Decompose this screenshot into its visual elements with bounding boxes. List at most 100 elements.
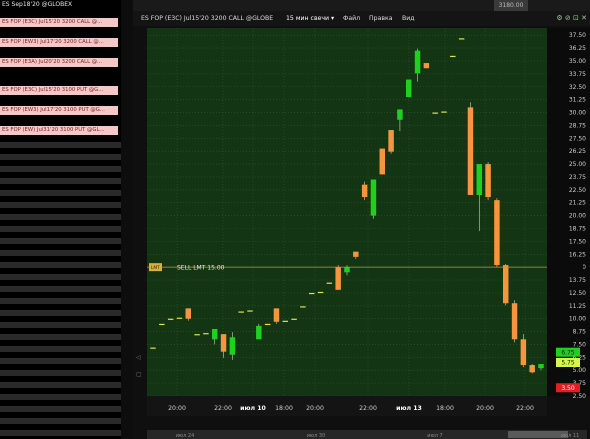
empty-row [0, 298, 121, 304]
x-tick-label: июл 10 [240, 405, 266, 412]
watchlist-header[interactable]: ES Sep18'20 @GLOBEX [0, 0, 121, 10]
candle-body [361, 184, 368, 198]
watchlist-item[interactable]: ES FOP (EW3) Jul17'20 3100 PUT @G... [0, 106, 118, 115]
y-tick-label: 12.50 [569, 290, 586, 297]
empty-row [0, 394, 121, 400]
candle-body [502, 265, 509, 304]
x-tick-label: июл 13 [396, 405, 422, 412]
empty-row [0, 310, 121, 316]
empty-row [0, 334, 121, 340]
candle-body [167, 318, 174, 320]
candle [370, 179, 377, 219]
link-icon[interactable]: ⊘ [565, 14, 571, 22]
empty-row [0, 166, 121, 172]
y-tick-label: 18.75 [569, 225, 586, 232]
candle [291, 318, 297, 320]
timeframe-selector[interactable]: 15 мин свечи ▾ [286, 11, 334, 26]
window-controls[interactable]: ⚙ ⊘ ⊡ ✕ [556, 11, 587, 26]
x-tick-label: 18:00 [275, 405, 293, 412]
y-tick-label: 21.25 [569, 200, 586, 207]
empty-row [0, 214, 121, 220]
menu-file[interactable]: Файл [343, 11, 360, 26]
chart-titlebar: ES FOP (E3C) Jul15'20 3200 CALL @GLOBE 1… [133, 11, 590, 26]
empty-row [0, 418, 121, 424]
candle-body [388, 130, 394, 152]
x-tick-label: 18:00 [436, 405, 454, 412]
y-tick-label: 20.00 [569, 213, 586, 220]
candle-body [326, 282, 333, 284]
restore-icon[interactable]: ⊡ [573, 14, 579, 22]
empty-row [0, 142, 121, 148]
y-tick-label: 2.50 [573, 393, 587, 400]
candle [529, 364, 535, 374]
candle-body [432, 112, 438, 114]
candle [502, 264, 509, 306]
candle [282, 320, 289, 322]
candle [256, 323, 262, 340]
y-tick-label: 17.50 [569, 238, 586, 245]
empty-row [0, 178, 121, 184]
candle [247, 310, 253, 312]
candle [450, 55, 456, 58]
candle [194, 334, 200, 336]
candle-body [511, 303, 518, 340]
candle-body [300, 306, 306, 308]
chart-title[interactable]: ES FOP (E3C) Jul15'20 3200 CALL @GLOBE [141, 11, 273, 26]
candle-body [397, 109, 403, 120]
y-tick-label: 35.00 [569, 58, 586, 65]
order-line-label: SELL LMT 15.00 [177, 264, 225, 271]
scroll-date-label: июл 11 [561, 433, 580, 439]
candle-body [211, 328, 218, 340]
candle [432, 112, 438, 114]
candle-body [335, 267, 341, 290]
candlestick-chart[interactable]: 37.50 36.25 35.00 33.75 32.50 31.25 30.00 28.75… [133, 26, 590, 439]
candle-body [450, 55, 456, 58]
empty-row [0, 430, 121, 436]
y-tick-label: 13.75 [569, 277, 586, 284]
order-price-tag [553, 263, 583, 272]
watchlist-item[interactable]: ES FOP (EW) Jul31'20 3100 PUT @GL... [0, 126, 118, 135]
candle-body [379, 148, 386, 175]
y-tick-label: 28.75 [569, 122, 586, 129]
watchlist-item[interactable]: ES FOP (EW3) Jul17'20 3200 CALL @... [0, 38, 118, 47]
watchlist-item[interactable]: ES FOP (E3C) Jul15'20 3200 CALL @... [0, 18, 118, 27]
empty-row [0, 382, 121, 388]
candle-body [538, 364, 544, 369]
empty-row [0, 286, 121, 292]
candle [458, 38, 465, 40]
menu-view[interactable]: Вид [402, 11, 415, 26]
watchlist-item[interactable]: ES FOP (E3A) Jul20'20 3200 CALL @... [0, 58, 118, 67]
candle [150, 347, 156, 349]
candle-body [494, 200, 500, 266]
y-tick-label: 32.50 [569, 84, 586, 91]
candle-body [273, 308, 280, 322]
candle-body [458, 38, 465, 40]
watchlist-item[interactable]: ES FOP (E3C) Jul15'20 3100 PUT @G... [0, 86, 118, 95]
scroll-date-label: июл 30 [307, 433, 326, 439]
y-tick-label: 25.00 [569, 161, 586, 168]
candle-body [414, 50, 421, 74]
price-tag-green-text: 6.75 [561, 349, 575, 356]
panel-divider[interactable] [121, 0, 133, 439]
top-price-label: 3180.00 [494, 0, 528, 11]
x-tick-label: 22:00 [214, 405, 232, 412]
candle-body [194, 334, 200, 336]
empty-row [0, 262, 121, 268]
settings-icon[interactable]: ⚙ [556, 14, 562, 22]
candle-body [264, 323, 271, 326]
close-icon[interactable]: ✕ [581, 14, 587, 22]
menu-edit[interactable]: Правка [369, 11, 393, 26]
scroll-date-label: июл 7 [427, 433, 442, 439]
y-tick-label: 37.50 [569, 32, 586, 39]
scroll-left-icon: ◁ [136, 354, 141, 361]
y-tick-label: 22.50 [569, 187, 586, 194]
y-tick-label: 36.25 [569, 45, 586, 52]
candle-body [256, 325, 262, 340]
empty-row [0, 238, 121, 244]
order-badge-text: LMT [151, 265, 160, 271]
candle-body [229, 337, 236, 355]
candle-body [405, 79, 412, 98]
candle [317, 291, 324, 294]
y-tick-label: 23.75 [569, 174, 586, 181]
x-tick-label: 22:00 [516, 405, 534, 412]
